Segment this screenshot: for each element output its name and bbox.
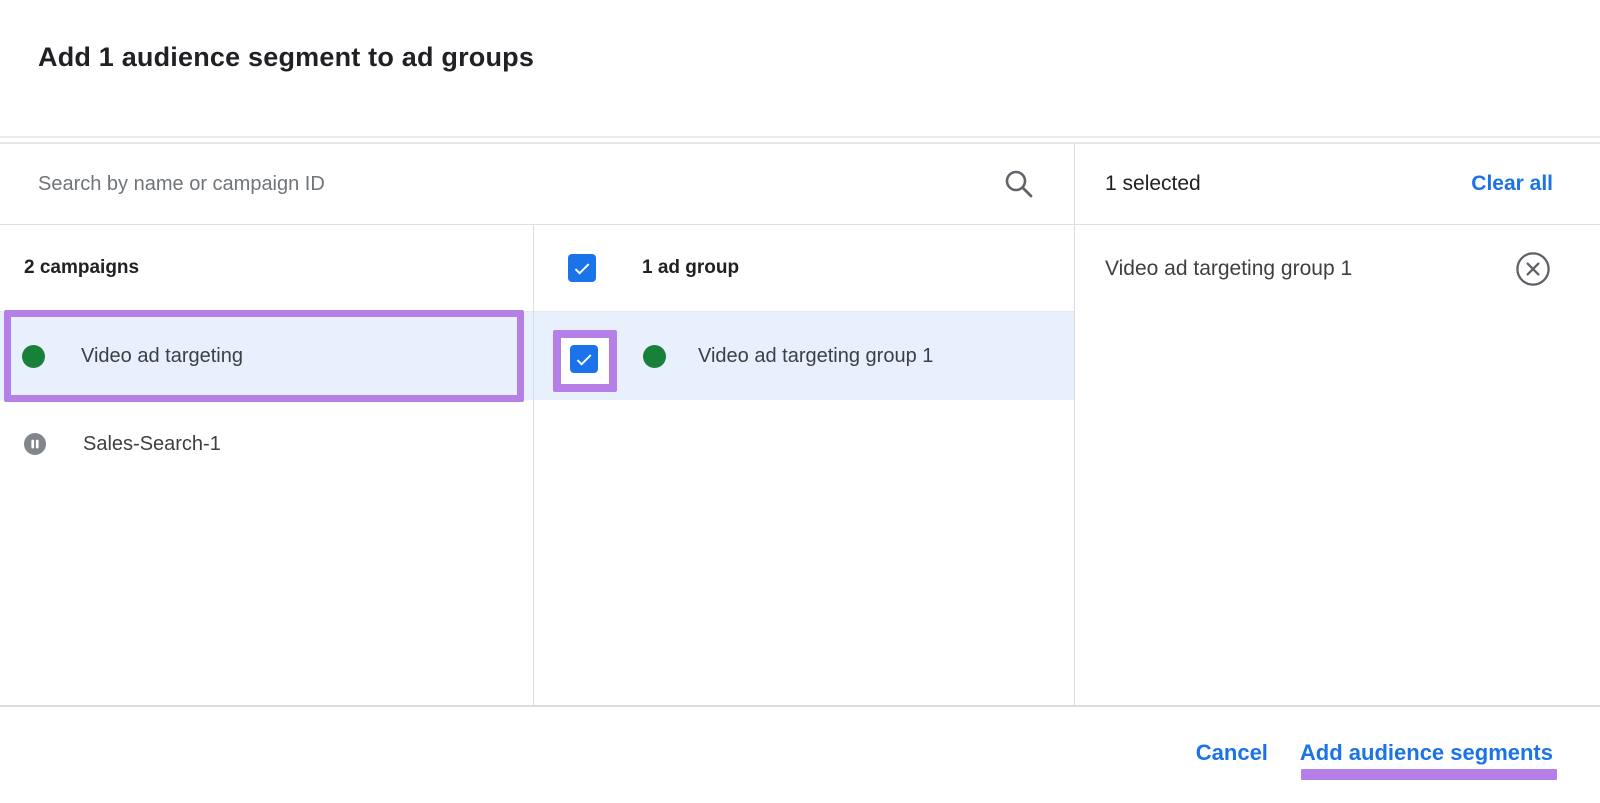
remove-circle-icon [1515, 251, 1551, 287]
submit-wrap: Add audience segments [1300, 741, 1553, 765]
selection-panel-header: 1 selected Clear all [1075, 144, 1600, 225]
page-title: Add 1 audience segment to ad groups [38, 42, 534, 73]
annotation-submit-underline [1301, 769, 1557, 780]
campaigns-count-header: 2 campaigns [0, 225, 533, 312]
ad-groups-column: 1 ad group Video ad targeting group 1 [534, 225, 1074, 400]
ad-group-name: Video ad targeting group 1 [698, 345, 933, 368]
select-all-ad-groups-checkbox[interactable] [568, 254, 596, 282]
search-input[interactable] [38, 144, 978, 224]
divider [0, 136, 1600, 138]
selected-count: 1 selected [1105, 172, 1201, 196]
campaigns-column: 2 campaigns Video ad targeting Sales-Sea… [0, 225, 533, 488]
ad-group-checkbox[interactable] [570, 345, 598, 373]
divider [0, 705, 1600, 707]
remove-selected-item-button[interactable] [1515, 251, 1551, 287]
campaign-row-sales-search-1[interactable]: Sales-Search-1 [0, 400, 533, 488]
campaign-name: Video ad targeting [81, 345, 243, 368]
status-enabled-icon [643, 345, 666, 368]
footer-actions: Cancel Add audience segments [1196, 741, 1553, 765]
ad-groups-header-row: 1 ad group [534, 225, 1074, 312]
selected-item-row: Video ad targeting group 1 [1075, 225, 1600, 312]
status-enabled-icon [22, 345, 45, 368]
search-section [0, 144, 1074, 225]
campaign-name: Sales-Search-1 [83, 433, 221, 456]
search-icon[interactable] [1000, 165, 1038, 203]
add-audience-segments-dialog: Add 1 audience segment to ad groups 1 se… [0, 0, 1600, 803]
ad-group-row-video-ad-targeting-group-1[interactable]: Video ad targeting group 1 [534, 312, 1074, 400]
clear-all-link[interactable]: Clear all [1471, 172, 1553, 196]
checkmark-icon [573, 348, 595, 370]
cancel-button[interactable]: Cancel [1196, 741, 1268, 765]
ad-groups-count-header: 1 ad group [642, 257, 739, 279]
campaign-row-video-ad-targeting[interactable]: Video ad targeting [0, 312, 533, 400]
checkmark-icon [571, 257, 593, 279]
status-paused-icon [24, 433, 46, 455]
selected-item-name: Video ad targeting group 1 [1105, 257, 1352, 281]
add-audience-segments-button[interactable]: Add audience segments [1300, 741, 1553, 765]
